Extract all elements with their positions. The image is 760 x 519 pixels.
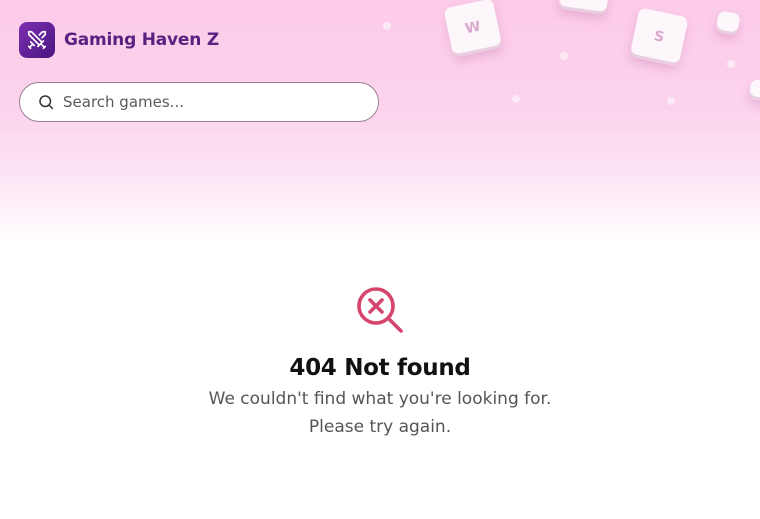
keycap-s-decoration: S <box>629 7 689 67</box>
keycap-small-decoration <box>715 10 741 36</box>
not-found-hint: Please try again. <box>308 417 452 437</box>
keycap-w-decoration: W <box>443 0 503 58</box>
sparkle-dot <box>512 95 520 103</box>
search-input[interactable] <box>63 93 353 111</box>
keycap-edge-decoration <box>748 78 760 102</box>
search-bar[interactable] <box>19 82 379 122</box>
not-found-section: 404 Not found We couldn't find what you'… <box>0 285 760 441</box>
sparkle-dot <box>667 97 675 105</box>
sparkle-dot <box>383 22 391 30</box>
keycap-top-decoration <box>558 0 610 16</box>
brand-name: Gaming Haven Z <box>64 30 220 50</box>
brand-logo-link[interactable]: Gaming Haven Z <box>19 22 219 58</box>
keycap-w-letter: W <box>463 18 483 38</box>
not-found-title: 404 Not found <box>289 355 471 381</box>
keycap-s-letter: S <box>652 28 666 46</box>
not-found-message: We couldn't find what you're looking for… <box>208 389 552 409</box>
crossed-swords-icon <box>19 22 55 58</box>
search-icon <box>37 93 55 111</box>
sparkle-dot <box>727 60 735 68</box>
search-x-icon <box>355 285 405 335</box>
sparkle-dot <box>560 52 568 60</box>
